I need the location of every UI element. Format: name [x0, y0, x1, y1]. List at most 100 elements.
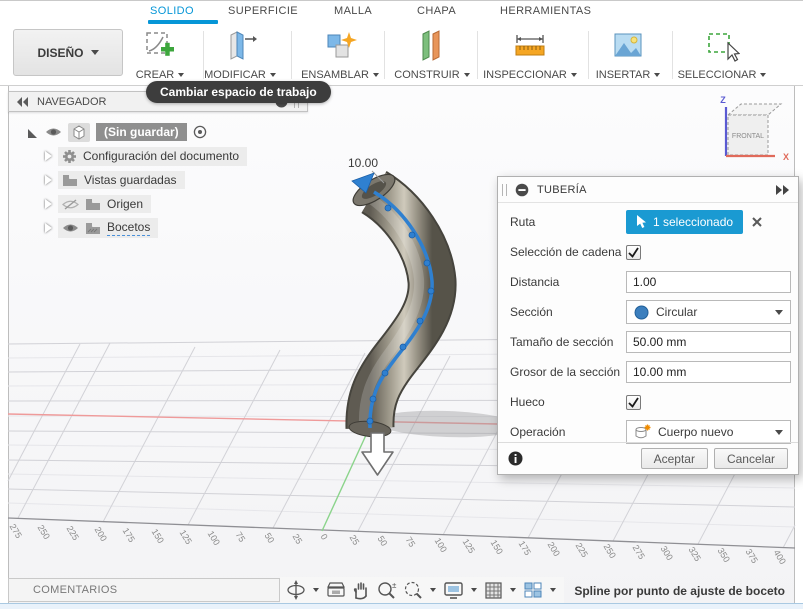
viewcube-top-face	[726, 103, 783, 116]
insert-image-icon	[611, 29, 645, 63]
workspace-button[interactable]: DISEÑO	[13, 29, 123, 76]
cursor-icon	[637, 215, 646, 228]
toolgroup-construir[interactable]: CONSTRUIR	[390, 29, 474, 81]
field-label: Selección de cadena	[510, 245, 622, 259]
chevron-down-icon	[654, 73, 661, 77]
tree-row-document[interactable]: (Sin guardar)	[8, 120, 308, 144]
grid-settings-icon[interactable]	[484, 581, 503, 600]
toolbar-separator	[588, 31, 589, 79]
window-statusbar	[0, 603, 803, 609]
tree-item-label: Bocetos	[107, 220, 151, 236]
toolgroup-inspeccionar[interactable]: INSPECCIONAR	[483, 29, 577, 81]
comments-panel[interactable]: COMENTARIOS	[8, 578, 280, 602]
cancel-button[interactable]: Cancelar	[713, 448, 788, 469]
section-thickness-input[interactable]	[626, 361, 791, 383]
document-name[interactable]: (Sin guardar)	[96, 123, 187, 141]
toolbar-separator	[291, 31, 292, 79]
operation-select[interactable]: Cuerpo nuevo	[626, 420, 791, 444]
info-icon[interactable]	[508, 451, 523, 466]
chevron-down-icon[interactable]	[471, 588, 477, 592]
chevron-down-icon[interactable]	[430, 588, 436, 592]
tree-item-label: Configuración del documento	[83, 149, 240, 163]
top-toolbar: SOLIDO SUPERFICIE MALLA CHAPA HERRAMIENT…	[0, 1, 803, 86]
dialog-header[interactable]: TUBERÍA	[498, 177, 798, 203]
check-icon	[628, 397, 639, 408]
collapse-panel-icon[interactable]	[17, 96, 29, 107]
chevron-down-icon	[372, 73, 379, 77]
tree-row-doc-settings[interactable]: Configuración del documento	[8, 144, 308, 168]
look-at-icon[interactable]	[326, 581, 346, 599]
chevron-down-icon[interactable]	[510, 588, 516, 592]
collapsed-arrow-icon[interactable]	[45, 199, 52, 209]
field-row-cadena: Selección de cadena	[510, 237, 786, 267]
field-row-hueco: Hueco	[510, 387, 786, 417]
field-label: Grosor de la sección	[510, 365, 621, 379]
tab-malla[interactable]: MALLA	[334, 5, 372, 17]
press-pull-icon	[223, 29, 257, 63]
orbit-icon[interactable]	[286, 580, 306, 600]
collapse-dialog-icon[interactable]	[515, 183, 529, 197]
chevron-down-icon	[775, 309, 783, 315]
field-label: Hueco	[510, 395, 545, 409]
viewcube[interactable]: FRONTAL Z X	[695, 93, 795, 173]
toolgroup-insertar[interactable]: INSERTAR	[586, 29, 670, 81]
accept-button[interactable]: Aceptar	[640, 448, 708, 469]
toolgroup-ensamblar[interactable]: ENSAMBLAR	[298, 29, 382, 81]
chevron-down-icon	[775, 429, 783, 435]
field-row-tamano: Tamaño de sección	[510, 327, 791, 357]
chevron-down-icon[interactable]	[550, 588, 556, 592]
chevron-down-icon	[463, 73, 470, 77]
toolgroup-seleccionar[interactable]: SELECCIONAR	[678, 29, 767, 81]
display-settings-icon[interactable]	[443, 581, 464, 600]
collapsed-arrow-icon[interactable]	[45, 151, 52, 161]
dialog-title: TUBERÍA	[537, 183, 587, 196]
hollow-checkbox[interactable]	[626, 394, 641, 410]
toolbar-separator	[672, 31, 673, 79]
expanded-arrow-icon[interactable]	[26, 126, 39, 139]
collapsed-arrow-icon[interactable]	[45, 223, 52, 233]
viewports-icon[interactable]	[523, 581, 543, 599]
pan-hand-icon[interactable]	[351, 580, 371, 600]
zoom-window-icon[interactable]	[403, 580, 423, 600]
zoom-icon[interactable]: ±	[376, 580, 398, 600]
measure-icon	[511, 29, 549, 63]
chevron-down-icon	[90, 50, 99, 55]
dialog-grip[interactable]	[502, 183, 507, 196]
field-label: Operación	[510, 425, 566, 439]
chevron-down-icon	[760, 73, 767, 77]
path-selection-button[interactable]: 1 seleccionado	[626, 210, 744, 234]
navigator-panel: NAVEGADOR (Sin guardar) Configuración de…	[8, 91, 308, 240]
tree-row-sketches[interactable]: Bocetos	[8, 216, 308, 240]
document-cube-icon	[68, 122, 90, 142]
visibility-eye-icon[interactable]	[45, 126, 62, 138]
tree-row-named-views[interactable]: Vistas guardadas	[8, 168, 308, 192]
visibility-eye-icon[interactable]	[62, 222, 79, 234]
toolbar-separator	[384, 31, 385, 79]
tab-herramientas[interactable]: HERRAMIENTAS	[500, 5, 591, 17]
section-size-input[interactable]	[626, 331, 791, 353]
visibility-off-eye-icon[interactable]	[62, 198, 79, 211]
field-row-distancia: Distancia	[510, 267, 791, 297]
chevron-down-icon	[570, 73, 577, 77]
chain-selection-checkbox[interactable]	[626, 244, 641, 260]
tab-solido[interactable]: SOLIDO	[150, 5, 194, 17]
section-select[interactable]: Circular	[626, 300, 791, 324]
workspace-tooltip: Cambiar espacio de trabajo	[146, 81, 331, 103]
pipe-dialog: TUBERÍA Ruta 1 seleccionado Selección de…	[497, 176, 799, 475]
tab-superficie[interactable]: SUPERFICIE	[228, 5, 298, 17]
chevron-down-icon[interactable]	[313, 588, 319, 592]
expand-dialog-icon[interactable]	[775, 184, 790, 195]
tree-row-origin[interactable]: Origen	[8, 192, 308, 216]
toolgroup-crear[interactable]: CREAR	[118, 29, 202, 81]
collapsed-arrow-icon[interactable]	[45, 175, 52, 185]
clear-selection-icon[interactable]	[751, 216, 763, 228]
tree-item-label: Origen	[107, 197, 144, 211]
distance-input[interactable]	[626, 271, 791, 293]
activate-component-icon[interactable]	[193, 125, 207, 139]
fusion-window: 10.00 275 250 225 200 175 150 125 100 75 50 25 0 25 5…	[0, 0, 803, 609]
toolbar-separator	[477, 31, 478, 79]
status-hint: Spline por punto de ajuste de boceto	[574, 584, 785, 598]
dimension-label[interactable]: 10.00	[348, 156, 378, 170]
tab-chapa[interactable]: CHAPA	[417, 5, 456, 17]
toolgroup-modificar[interactable]: MODIFICAR	[198, 29, 282, 81]
